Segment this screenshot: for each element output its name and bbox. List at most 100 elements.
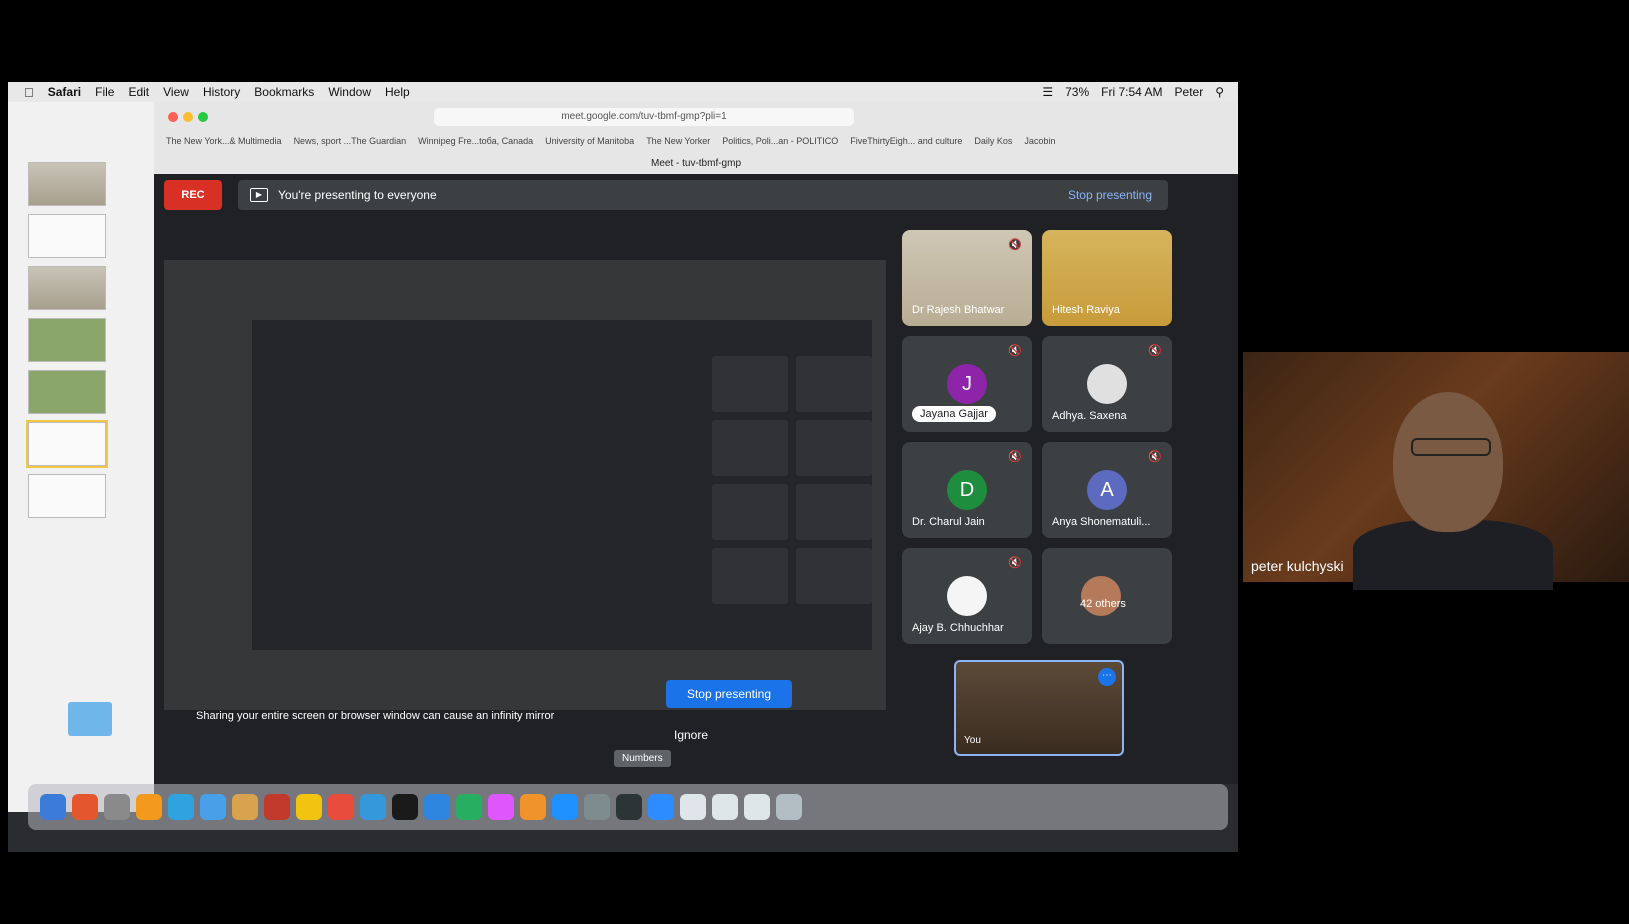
bookmark-link[interactable]: Jacobin xyxy=(1024,136,1055,146)
slide-thumbnail-selected[interactable] xyxy=(26,420,108,468)
menubar-clock[interactable]: Fri 7:54 AM xyxy=(1101,85,1162,99)
infinity-mirror-preview xyxy=(164,260,886,710)
document-icon[interactable] xyxy=(712,794,738,820)
bookmark-link[interactable]: The New York...& Multimedia xyxy=(166,136,282,146)
mic-muted-icon: 🔇 xyxy=(1008,239,1022,251)
search-icon[interactable]: ⚲ xyxy=(1215,85,1224,99)
folder-icon[interactable] xyxy=(68,702,112,736)
self-view-tile[interactable]: ⋯ You xyxy=(954,660,1124,756)
menu-app-name[interactable]: Safari xyxy=(48,85,81,99)
mirror-tile xyxy=(712,420,788,476)
bookmark-link[interactable]: Winnipeg Fre...tоба, Canada xyxy=(418,136,533,146)
mail-icon[interactable] xyxy=(200,794,226,820)
menubar-user[interactable]: Peter xyxy=(1175,85,1204,99)
avatar xyxy=(1087,364,1127,404)
chrome-icon[interactable] xyxy=(72,794,98,820)
music-icon[interactable] xyxy=(488,794,514,820)
stickies-icon[interactable] xyxy=(296,794,322,820)
address-bar[interactable]: meet.google.com/tuv-tbmf-gmp?pli=1 xyxy=(434,108,854,126)
participant-tile[interactable]: 🔇 Dr Rajesh Bhatwar xyxy=(902,230,1032,326)
wifi-icon[interactable]: ☰ xyxy=(1042,85,1053,99)
zoom-icon[interactable] xyxy=(648,794,674,820)
menu-edit[interactable]: Edit xyxy=(128,85,149,99)
word-icon[interactable] xyxy=(424,794,450,820)
mirror-tile xyxy=(796,548,872,604)
stop-presenting-link[interactable]: Stop presenting xyxy=(1068,188,1152,202)
zoom-window-icon[interactable] xyxy=(198,112,208,122)
infinity-mirror-warning: Sharing your entire screen or browser wi… xyxy=(196,710,555,722)
messages-icon[interactable] xyxy=(360,794,386,820)
stop-presenting-button[interactable]: Stop presenting xyxy=(666,680,792,708)
participant-name: Adhya. Saxena xyxy=(1052,410,1127,422)
mic-muted-icon: 🔇 xyxy=(1008,451,1022,463)
acrobat-icon[interactable] xyxy=(616,794,642,820)
mac-menubar:  Safari File Edit View History Bookmark… xyxy=(8,82,1238,102)
firefox-icon[interactable] xyxy=(136,794,162,820)
mic-muted-icon: 🔇 xyxy=(1148,345,1162,357)
mirror-tile xyxy=(796,420,872,476)
bookmark-link[interactable]: University of Manitoba xyxy=(545,136,634,146)
battery-status[interactable]: 73% xyxy=(1065,85,1089,99)
slide-thumbnail[interactable] xyxy=(28,214,106,258)
finder-icon[interactable] xyxy=(40,794,66,820)
presenting-text: You're presenting to everyone xyxy=(278,188,437,202)
bookmark-link[interactable]: News, sport ...The Guardian xyxy=(294,136,407,146)
window-controls xyxy=(168,112,208,122)
participant-name: Ajay B. Chhuchhar xyxy=(912,622,1004,634)
excel-icon[interactable] xyxy=(456,794,482,820)
menu-help[interactable]: Help xyxy=(385,85,410,99)
notes-icon[interactable] xyxy=(232,794,258,820)
menu-window[interactable]: Window xyxy=(328,85,371,99)
shared-screen:  Safari File Edit View History Bookmark… xyxy=(8,82,1238,852)
slide-thumbnail[interactable] xyxy=(28,318,106,362)
tab-meet[interactable]: Meet - tuv-tbmf-gmp xyxy=(154,154,1238,174)
avatar: A xyxy=(1087,470,1127,510)
safari-icon[interactable] xyxy=(168,794,194,820)
menu-history[interactable]: History xyxy=(203,85,240,99)
bookmarks-bar: The New York...& Multimedia News, sport … xyxy=(154,132,1238,150)
dock-tooltip: Numbers xyxy=(614,750,671,767)
launchpad-icon[interactable] xyxy=(104,794,130,820)
recording-badge: REC xyxy=(164,180,222,210)
trash-icon[interactable] xyxy=(776,794,802,820)
menu-file[interactable]: File xyxy=(95,85,114,99)
ignore-button[interactable]: Ignore xyxy=(674,728,708,742)
slide-thumbnail[interactable] xyxy=(28,370,106,414)
slide-thumbnail[interactable] xyxy=(28,474,106,518)
participant-tile[interactable]: Hitesh Raviya xyxy=(1042,230,1172,326)
mic-muted-icon: 🔇 xyxy=(1008,557,1022,569)
participant-tile[interactable]: 🔇 D Dr. Charul Jain xyxy=(902,442,1032,538)
slide-thumbnail[interactable] xyxy=(28,162,106,206)
person-face xyxy=(1393,392,1503,532)
document-icon[interactable] xyxy=(744,794,770,820)
participant-tile[interactable]: 🔇 Ajay B. Chhuchhar xyxy=(902,548,1032,644)
close-window-icon[interactable] xyxy=(168,112,178,122)
system-preferences-icon[interactable] xyxy=(584,794,610,820)
participant-name: Dr. Charul Jain xyxy=(912,516,985,528)
participant-tile[interactable]: 🔇 J Jayana Gajjar xyxy=(902,336,1032,432)
minimize-window-icon[interactable] xyxy=(183,112,193,122)
tv-icon[interactable] xyxy=(392,794,418,820)
avatar xyxy=(1081,576,1121,616)
photos-icon[interactable] xyxy=(328,794,354,820)
app-store-icon[interactable] xyxy=(552,794,578,820)
slide-thumbnail[interactable] xyxy=(28,266,106,310)
more-options-icon[interactable]: ⋯ xyxy=(1098,668,1116,686)
bookmark-link[interactable]: The New Yorker xyxy=(646,136,710,146)
avatar: D xyxy=(947,470,987,510)
participant-tile[interactable]: 🔇 Adhya. Saxena xyxy=(1042,336,1172,432)
participant-tile[interactable]: 🔇 A Anya Shonematuli... xyxy=(1042,442,1172,538)
vlc-icon[interactable] xyxy=(520,794,546,820)
bookmark-link[interactable]: Politics, Poli...an - POLITICO xyxy=(722,136,838,146)
apple-icon[interactable]:  xyxy=(24,85,34,100)
bookmark-link[interactable]: FiveThirtyEigh... and culture xyxy=(850,136,962,146)
calendar-icon[interactable] xyxy=(264,794,290,820)
menu-bookmarks[interactable]: Bookmarks xyxy=(254,85,314,99)
bookmark-link[interactable]: Daily Kos xyxy=(974,136,1012,146)
menu-view[interactable]: View xyxy=(163,85,189,99)
document-icon[interactable] xyxy=(680,794,706,820)
present-screen-icon: ▶ xyxy=(250,188,268,202)
webcam-name-label: peter kulchyski xyxy=(1251,558,1344,574)
others-count: 42 others xyxy=(1080,598,1126,610)
others-tile[interactable]: 42 others xyxy=(1042,548,1172,644)
